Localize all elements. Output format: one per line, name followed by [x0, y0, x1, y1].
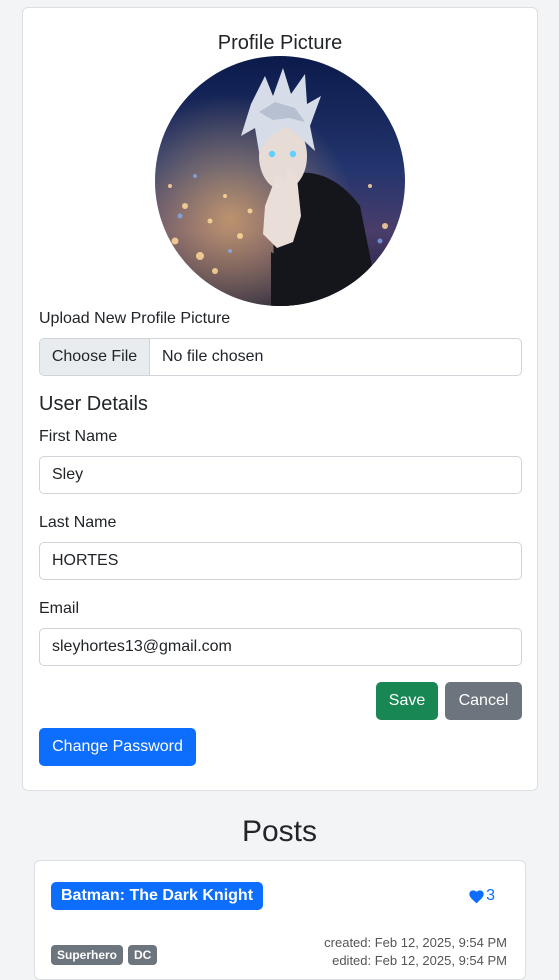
file-upload-input[interactable]: Choose File No file chosen: [39, 338, 522, 376]
file-status-text: No file chosen: [162, 348, 264, 365]
tag-badge[interactable]: Superhero: [51, 945, 124, 965]
last-name-input[interactable]: HORTES: [39, 542, 522, 580]
save-button[interactable]: Save: [376, 682, 438, 720]
like-button[interactable]: 3: [468, 887, 495, 905]
choose-file-button[interactable]: Choose File: [40, 339, 150, 375]
post-created-date: created: Feb 12, 2025, 9:54 PM: [324, 935, 507, 950]
user-details-title: User Details: [39, 393, 148, 415]
tag-list: Superhero DC: [51, 945, 158, 965]
posts-title: Posts: [241, 815, 318, 848]
first-name-input[interactable]: Sley: [39, 456, 522, 494]
email-label: Email: [39, 600, 80, 617]
change-password-button[interactable]: Change Password: [39, 728, 196, 766]
last-name-label: Last Name: [39, 514, 117, 531]
post-title-button[interactable]: Batman: The Dark Knight: [51, 882, 264, 910]
tag-badge[interactable]: DC: [128, 945, 158, 965]
profile-picture-title: Profile Picture: [217, 32, 343, 54]
first-name-label: First Name: [39, 428, 118, 445]
post-meta: created: Feb 12, 2025, 9:54 PM edited: F…: [324, 934, 507, 970]
post-card: Batman: The Dark Knight 3 Superhero DC c…: [34, 860, 526, 980]
like-count: 3: [486, 887, 495, 904]
heart-icon: [469, 889, 484, 903]
upload-label: Upload New Profile Picture: [39, 310, 231, 327]
email-input[interactable]: sleyhortes13@gmail.com: [39, 628, 522, 666]
profile-avatar: [155, 56, 405, 306]
profile-card: Profile Picture Upload New Profile Pictu…: [22, 7, 538, 791]
cancel-button[interactable]: Cancel: [445, 682, 522, 720]
